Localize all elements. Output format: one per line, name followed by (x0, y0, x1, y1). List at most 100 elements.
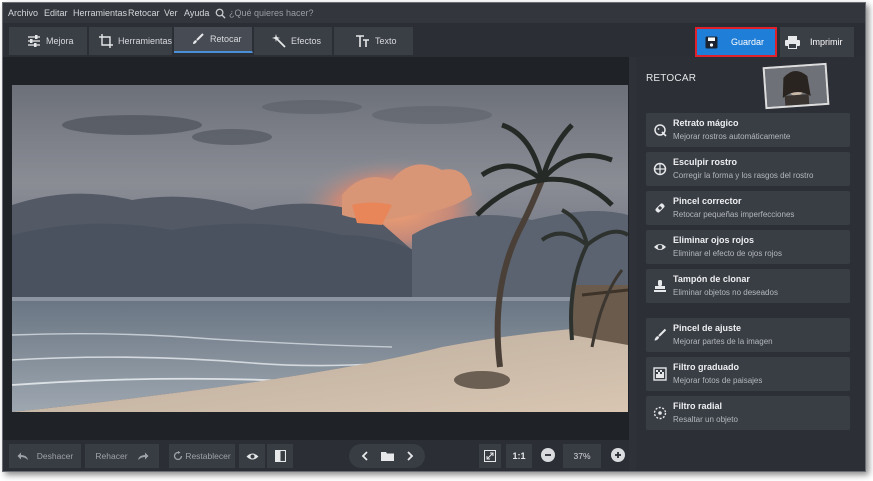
redo-icon (137, 452, 149, 460)
tool-name: Filtro radial (673, 401, 723, 411)
zoom-level[interactable]: 37% (563, 444, 601, 468)
undo-icon (17, 452, 28, 460)
minus-icon (545, 454, 551, 456)
redo-label: Rehacer (95, 451, 128, 461)
beach-photo (12, 85, 628, 412)
tool-desc: Mejorar partes de la imagen (673, 337, 773, 346)
text-icon (356, 35, 369, 47)
bandage-icon (655, 203, 665, 213)
floppy-icon (705, 36, 718, 48)
tool-esculpir-rostro[interactable]: Esculpir rostro Corregir la forma y los … (646, 152, 850, 186)
search-placeholder: ¿Qué quieres hacer? (229, 8, 314, 18)
sliders-icon (28, 35, 40, 47)
image-navigator (349, 444, 425, 468)
tab-herramientas[interactable]: Herramientas (89, 27, 173, 55)
tab-label: Retocar (210, 34, 242, 44)
open-folder-button[interactable] (380, 451, 394, 461)
zoom-value: 37% (573, 451, 591, 461)
folder-icon (380, 452, 394, 461)
gradient-filter-icon (653, 367, 667, 381)
search-box[interactable]: ¿Qué quieres hacer? (215, 6, 314, 20)
retouch-panel: RETOCAR Retrato mágico Mejorar rostros a… (636, 57, 865, 471)
crop-icon (99, 34, 113, 48)
preview-eye-button[interactable] (239, 444, 265, 468)
printer-icon (785, 35, 800, 49)
tab-retocar[interactable]: Retocar (174, 27, 253, 53)
menu-editar[interactable]: Editar (44, 8, 68, 18)
tool-desc: Eliminar objetos no deseados (673, 288, 778, 297)
tab-efectos[interactable]: Efectos (254, 27, 333, 55)
tab-mejora[interactable]: Mejora (9, 27, 88, 55)
magic-wand-icon (272, 34, 286, 48)
tool-eliminar-ojos-rojos[interactable]: Eliminar ojos rojos Eliminar el efecto d… (646, 230, 850, 264)
actual-size-button[interactable]: 1:1 (506, 444, 532, 468)
tool-pincel-corrector[interactable]: Pincel corrector Retocar pequeñas imperf… (646, 191, 850, 225)
menu-ayuda[interactable]: Ayuda (184, 8, 209, 18)
adjust-brush-icon (654, 328, 667, 341)
undo-label: Deshacer (36, 451, 74, 461)
print-button[interactable]: Imprimir (780, 27, 854, 57)
redo-button[interactable]: Rehacer (85, 444, 159, 468)
tool-name: Tampón de clonar (673, 274, 750, 284)
tool-name: Retrato mágico (673, 118, 739, 128)
panel-title: RETOCAR (646, 73, 697, 84)
save-button[interactable]: Guardar (695, 27, 777, 57)
tool-name: Pincel corrector (673, 196, 742, 206)
app-window: Archivo Editar Herramientas Retocar Ver … (2, 2, 866, 472)
zoom-out-button[interactable] (541, 448, 555, 462)
tool-name: Eliminar ojos rojos (673, 235, 755, 245)
tool-desc: Mejorar rostros automáticamente (673, 132, 791, 141)
brush-icon (193, 33, 204, 44)
chevron-right-icon (406, 451, 413, 461)
tab-label: Texto (375, 36, 397, 46)
portrait-thumbnail (762, 62, 830, 110)
stamp-icon (654, 280, 666, 292)
print-label: Imprimir (810, 37, 843, 47)
reset-icon (174, 451, 183, 461)
tool-retrato-magico[interactable]: Retrato mágico Mejorar rostros automátic… (646, 113, 850, 147)
menu-retocar[interactable]: Retocar (128, 8, 160, 18)
eye-icon (654, 244, 666, 250)
tab-label: Mejora (46, 36, 74, 46)
plus-icon (615, 452, 621, 458)
tool-pincel-de-ajuste[interactable]: Pincel de ajuste Mejorar partes de la im… (646, 318, 850, 352)
face-magic-icon (654, 124, 667, 137)
next-image-button[interactable] (406, 451, 414, 461)
canvas-area (3, 57, 629, 440)
tool-name: Esculpir rostro (673, 157, 738, 167)
tab-texto[interactable]: Texto (334, 27, 414, 55)
prev-image-button[interactable] (361, 451, 368, 461)
fit-to-screen-button[interactable] (479, 444, 501, 468)
tool-desc: Retocar pequeñas imperfecciones (673, 210, 795, 219)
search-icon (215, 8, 226, 19)
fit-screen-icon (484, 450, 496, 462)
tool-desc: Corregir la forma y los rasgos del rostr… (673, 171, 814, 180)
reset-button[interactable]: Restablecer (169, 444, 235, 468)
menu-archivo[interactable]: Archivo (8, 8, 38, 18)
tool-filtro-graduado[interactable]: Filtro graduado Mejorar fotos de paisaje… (646, 357, 850, 391)
menu-herramientas[interactable]: Herramientas (73, 8, 127, 18)
tab-label: Herramientas (117, 36, 172, 46)
tool-desc: Resaltar un objeto (673, 415, 738, 424)
tool-filtro-radial[interactable]: Filtro radial Resaltar un objeto (646, 396, 850, 430)
photo-canvas[interactable] (12, 85, 628, 412)
tool-name: Filtro graduado (673, 362, 739, 372)
save-label: Guardar (731, 37, 765, 47)
tool-desc: Mejorar fotos de paisajes (673, 376, 763, 385)
chevron-left-icon (361, 451, 368, 461)
eye-icon (246, 453, 258, 459)
zoom-in-button[interactable] (611, 448, 625, 462)
bottom-bar: Deshacer Rehacer Restablecer 1:1 37% (3, 440, 629, 471)
menu-ver[interactable]: Ver (164, 8, 178, 18)
tool-name: Pincel de ajuste (673, 323, 742, 333)
undo-button[interactable]: Deshacer (9, 444, 81, 468)
tool-tampon-de-clonar[interactable]: Tampón de clonar Eliminar objetos no des… (646, 269, 850, 303)
tool-desc: Eliminar el efecto de ojos rojos (673, 249, 782, 258)
compare-button[interactable] (267, 444, 293, 468)
radial-filter-icon (653, 406, 667, 420)
face-sculpt-icon (653, 162, 667, 176)
actual-size-label: 1:1 (512, 451, 526, 461)
tab-label: Efectos (291, 36, 322, 46)
menu-bar: Archivo Editar Herramientas Retocar Ver … (3, 3, 865, 23)
reset-label: Restablecer (185, 451, 231, 461)
